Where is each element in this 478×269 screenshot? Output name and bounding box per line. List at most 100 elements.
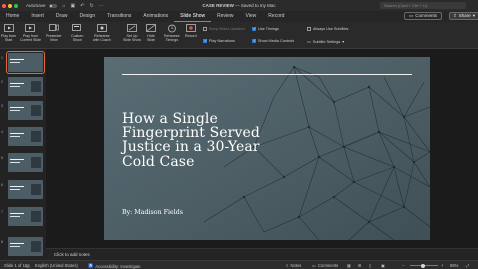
- title-divider-line: [122, 74, 412, 76]
- slide-thumbnail-4[interactable]: [8, 127, 43, 146]
- play-narrations-checkbox[interactable]: [203, 38, 207, 43]
- show-media-controls-label: Show Media Controls: [258, 39, 295, 43]
- rehearse-with-coach-button[interactable]: Rehearse with Coach: [93, 23, 111, 42]
- search-input[interactable]: Search (Cmd + Ctrl + U): [380, 2, 466, 9]
- thumbnail-number: 3: [1, 104, 3, 108]
- zoom-out-icon[interactable]: −: [402, 263, 404, 268]
- hide-slide-button[interactable]: Hide Slide: [146, 23, 156, 42]
- tab-transitions[interactable]: Transitions: [101, 11, 137, 22]
- tab-record[interactable]: Record: [262, 11, 290, 22]
- share-button-label: Share: [458, 13, 471, 18]
- keep-slides-updated-checkbox[interactable]: [203, 27, 207, 31]
- play-from-current-icon: [25, 23, 36, 33]
- chevron-down-icon: ▾: [472, 13, 476, 18]
- notes-pane[interactable]: Click to add notes: [46, 248, 478, 260]
- save-icon[interactable]: ▣: [71, 3, 76, 9]
- thumbnail-number: 8: [1, 240, 3, 244]
- slide-sorter-icon[interactable]: ⊞: [358, 263, 362, 268]
- play-from-start-button[interactable]: Play from Start: [1, 23, 16, 42]
- slide-thumbnail-2[interactable]: [8, 77, 43, 96]
- slide-thumbnail-5[interactable]: [8, 153, 43, 172]
- always-use-subtitles-option[interactable]: Always Use Subtitles: [307, 27, 348, 31]
- home-icon[interactable]: ⌂: [63, 3, 66, 9]
- use-timings-checkbox[interactable]: [252, 26, 256, 31]
- tab-design[interactable]: Design: [74, 11, 102, 22]
- autosave-label: AutoSave: [26, 3, 46, 8]
- comment-icon: ▭: [312, 263, 316, 268]
- powerpoint-window: AutoSave ⌂ ▣ ↶ ↻ ⋯ CASE REVIEW — Saved t…: [0, 0, 478, 269]
- comments-label: Comments: [317, 263, 339, 268]
- subtitle-settings-label: Subtitle Settings: [312, 39, 341, 44]
- keep-slides-updated-option[interactable]: Keep Slides Updated: [203, 27, 245, 31]
- custom-show-button[interactable]: Custom Show: [71, 23, 83, 42]
- coach-icon: [97, 23, 107, 33]
- always-use-subtitles-checkbox[interactable]: [307, 27, 311, 31]
- tab-home[interactable]: Home: [0, 11, 25, 22]
- notes-toggle[interactable]: ≡ Notes: [286, 263, 301, 268]
- thumbnail-number: 1: [1, 56, 3, 60]
- slide-thumbnail-8[interactable]: [8, 237, 43, 256]
- subtitle-icon: ▭: [307, 39, 311, 44]
- play-from-start-icon: [3, 23, 14, 33]
- reading-view-icon[interactable]: ▯: [369, 263, 371, 268]
- slide-thumbnail-1[interactable]: [6, 51, 45, 74]
- share-icon: ⇪: [453, 13, 457, 18]
- slide-thumbnail-3[interactable]: [8, 101, 43, 120]
- language-status[interactable]: English (United States): [35, 263, 78, 268]
- show-media-controls-option[interactable]: Show Media Controls: [252, 38, 295, 43]
- spellcheck-icon[interactable]: ▤: [26, 263, 30, 268]
- redo-icon[interactable]: ↻: [89, 3, 93, 9]
- comments-button[interactable]: ▭ Comments: [404, 12, 443, 20]
- thumbnail-number: 2: [1, 80, 3, 84]
- comments-toggle[interactable]: ▭ Comments: [312, 263, 338, 268]
- autosave-toggle[interactable]: [48, 3, 57, 8]
- document-name: CASE REVIEW: [202, 3, 234, 8]
- tab-insert[interactable]: Insert: [25, 11, 50, 22]
- rehearse-timings-label-2: Timings: [165, 38, 179, 42]
- chevron-down-icon: ▾: [342, 40, 345, 44]
- zoom-in-icon[interactable]: +: [441, 263, 443, 268]
- play-from-current-button[interactable]: Play from Current Slide: [20, 23, 41, 42]
- zoom-level[interactable]: 86%: [450, 263, 458, 268]
- tab-view[interactable]: View: [240, 11, 263, 22]
- slide-subtitle-author[interactable]: By: Madison Fields: [122, 209, 183, 216]
- record-icon: [185, 23, 196, 33]
- zoom-slider[interactable]: [410, 263, 438, 268]
- record-label: Record: [185, 34, 197, 38]
- use-timings-option[interactable]: Use Timings: [252, 26, 279, 31]
- set-up-slide-show-button[interactable]: Set Up Slide Show: [123, 23, 141, 42]
- play-narrations-option[interactable]: Play Narrations: [203, 38, 235, 43]
- fit-to-window-icon[interactable]: ⤢: [466, 263, 469, 268]
- zoom-window-button[interactable]: [14, 3, 18, 8]
- show-media-controls-checkbox[interactable]: [252, 38, 256, 43]
- slide-thumbnail-7[interactable]: [8, 207, 43, 226]
- thumbnail-number: 6: [1, 183, 3, 187]
- slideshow-view-icon[interactable]: ▣: [381, 263, 385, 268]
- rehearse-timings-button[interactable]: Rehearse Timings: [164, 23, 180, 42]
- thumbnail-number: 4: [1, 130, 3, 134]
- minimize-window-button[interactable]: [8, 3, 12, 8]
- hide-slide-icon: [146, 23, 156, 33]
- tab-animations[interactable]: Animations: [137, 11, 174, 22]
- more-icon[interactable]: ⋯: [99, 3, 104, 9]
- record-button[interactable]: Record: [185, 23, 197, 38]
- subtitle-settings-dropdown[interactable]: ▭ Subtitle Settings ▾: [307, 39, 344, 44]
- notes-placeholder[interactable]: Click to add notes: [54, 252, 90, 257]
- zoom-slider-thumb[interactable]: [420, 263, 425, 268]
- tab-draw[interactable]: Draw: [50, 11, 74, 22]
- presenter-view-button[interactable]: Presenter View: [46, 23, 62, 42]
- share-button[interactable]: ⇪ Share ▾: [449, 12, 478, 20]
- tab-review[interactable]: Review: [211, 11, 239, 22]
- notes-icon: ≡: [286, 263, 289, 268]
- slide-thumbnail-6[interactable]: [8, 180, 43, 199]
- undo-icon[interactable]: ↶: [80, 3, 84, 9]
- accessibility-status[interactable]: ♿ Accessibility: Investigate: [88, 263, 141, 269]
- normal-view-icon[interactable]: ▦: [347, 263, 351, 268]
- slide-title[interactable]: How a Single Fingerprint Served Justice …: [122, 112, 292, 169]
- play-from-start-label-2: Start: [4, 38, 13, 42]
- use-timings-label: Use Timings: [258, 27, 279, 31]
- tab-slide-show[interactable]: Slide Show: [174, 11, 212, 22]
- slide-count: Slide 1 of 11: [4, 263, 27, 268]
- close-window-button[interactable]: [2, 3, 6, 8]
- current-slide[interactable]: How a Single Fingerprint Served Justice …: [104, 57, 430, 240]
